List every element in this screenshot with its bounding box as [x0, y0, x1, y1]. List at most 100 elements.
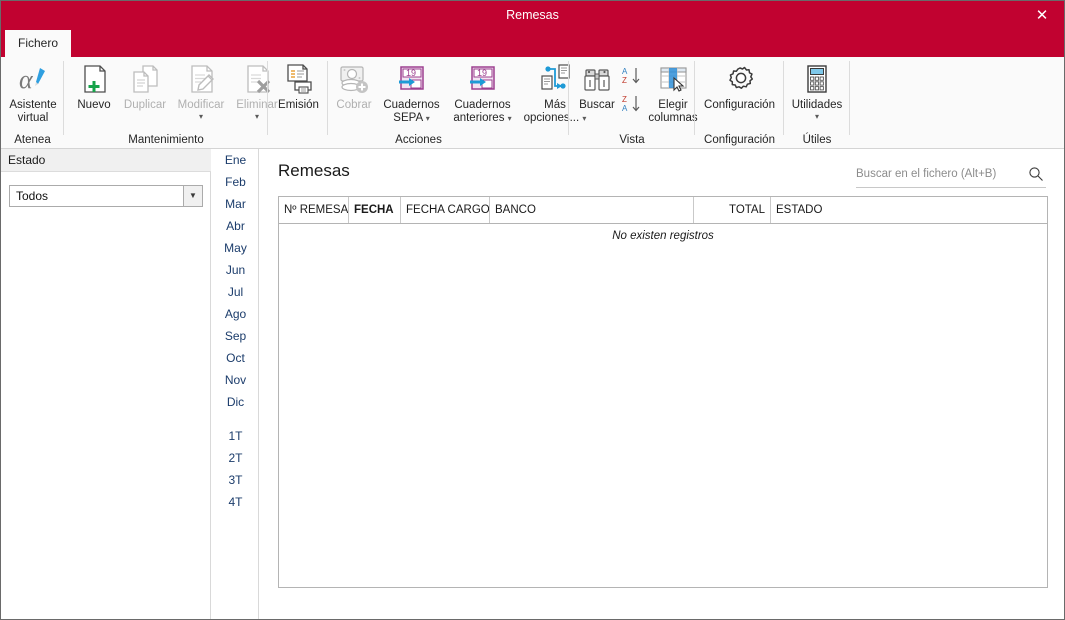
- search-placeholder: Buscar en el fichero (Alt+B): [856, 168, 997, 180]
- chevron-down-icon[interactable]: ▾: [508, 114, 512, 123]
- ribbon-subgroup-separator: [327, 61, 328, 135]
- coins-plus-icon: [330, 61, 378, 97]
- window-title: Remesas: [506, 8, 559, 22]
- ribbon-button-sort-descending[interactable]: Z A: [621, 93, 643, 116]
- title-bar: Remesas ✕: [1, 1, 1064, 30]
- page-title: Remesas: [278, 161, 350, 180]
- tab-fichero[interactable]: Fichero: [5, 30, 71, 57]
- ribbon-group-mantenimiento: Nuevo Duplicar Modificar ▾ Eliminar ▾ Ma…: [64, 57, 278, 149]
- ribbon-group-configuracion: Configuración Configuración: [695, 57, 784, 149]
- period-item-jul[interactable]: Jul: [212, 281, 259, 303]
- filter-panel-header: Estado: [1, 149, 211, 172]
- calendar-export-icon: 19: [445, 61, 520, 97]
- ribbon-button-configuracion[interactable]: Configuración: [697, 60, 782, 112]
- binoculars-icon: [573, 61, 621, 97]
- ribbon-label-duplicar: Duplicar: [123, 99, 167, 111]
- ribbon-group-label-acciones: Acciones: [395, 134, 442, 146]
- table-columns-icon: [645, 61, 701, 97]
- application-window: Remesas ✕ Fichero α Asistente virtual At…: [0, 0, 1065, 620]
- search-icon[interactable]: [1028, 166, 1044, 182]
- chevron-down-icon[interactable]: ▾: [172, 112, 230, 121]
- period-item-2t[interactable]: 2T: [212, 447, 259, 469]
- grid-header-banco[interactable]: BANCO: [490, 197, 694, 223]
- svg-text:Z: Z: [622, 95, 627, 104]
- period-item-mar[interactable]: Mar: [212, 193, 259, 215]
- ribbon-button-nuevo[interactable]: Nuevo: [70, 60, 118, 112]
- ribbon-group-vista: Buscar A Z Z A Elegir columnas Vista: [569, 57, 698, 149]
- chevron-down-icon[interactable]: ▾: [786, 112, 848, 121]
- grid-header-row: Nº REMESA FECHA FECHA CARGO BANCO TOTAL …: [279, 197, 1047, 224]
- grid-header-total[interactable]: TOTAL: [694, 197, 771, 223]
- document-plus-icon: [70, 61, 118, 97]
- calendar-export-icon: 19: [378, 61, 445, 97]
- document-copy-icon: [118, 61, 172, 97]
- remesas-grid: Nº REMESA FECHA FECHA CARGO BANCO TOTAL …: [278, 196, 1048, 588]
- ribbon-label-cobrar: Cobrar: [336, 99, 372, 111]
- sort-descending-icon: Z A: [621, 94, 643, 114]
- grid-header-num-remesa[interactable]: Nº REMESA: [279, 197, 349, 223]
- document-print-icon: [272, 61, 325, 97]
- svg-text:Z: Z: [622, 76, 627, 85]
- period-item-abr[interactable]: Abr: [212, 215, 259, 237]
- ribbon-button-cuadernos-sepa[interactable]: 19 Cuadernos SEPA ▾: [378, 60, 445, 125]
- period-filter-strip: Ene Feb Mar Abr May Jun Jul Ago Sep Oct …: [212, 149, 259, 619]
- ribbon-label-emision: Emisión: [278, 99, 319, 111]
- period-item-1t[interactable]: 1T: [212, 425, 259, 447]
- grid-empty-message: No existen registros: [612, 230, 714, 242]
- period-item-ene[interactable]: Ene: [212, 149, 259, 171]
- period-item-ago[interactable]: Ago: [212, 303, 259, 325]
- ribbon-button-sort-ascending[interactable]: A Z: [621, 65, 643, 88]
- period-item-nov[interactable]: Nov: [212, 369, 259, 391]
- search-input[interactable]: Buscar en el fichero (Alt+B): [856, 164, 1046, 188]
- period-item-oct[interactable]: Oct: [212, 347, 259, 369]
- document-pencil-icon: [172, 61, 230, 97]
- estado-select[interactable]: Todos ▼: [9, 185, 203, 207]
- period-item-3t[interactable]: 3T: [212, 469, 259, 491]
- ribbon-label-modificar: Modificar: [177, 99, 225, 111]
- period-item-dic[interactable]: Dic: [212, 391, 259, 413]
- svg-text:A: A: [622, 104, 628, 113]
- ribbon-group-label-configuracion: Configuración: [704, 134, 775, 146]
- ribbon-button-asistente-virtual[interactable]: α Asistente virtual: [4, 60, 62, 125]
- ribbon-label-cuadernos-anteriores: Cuadernos anteriores ▾: [445, 99, 520, 125]
- grid-header-fecha[interactable]: FECHA: [349, 197, 401, 223]
- ribbon-button-cuadernos-anteriores[interactable]: 19 Cuadernos anteriores ▾: [445, 60, 520, 125]
- ribbon-group-label-vista: Vista: [619, 134, 645, 146]
- ribbon-label-cuadernos-sepa: Cuadernos SEPA ▾: [378, 99, 445, 125]
- period-item-sep[interactable]: Sep: [212, 325, 259, 347]
- ribbon-button-utilidades[interactable]: Utilidades ▾: [786, 60, 848, 121]
- estado-select-value: Todos: [16, 189, 49, 203]
- period-item-4t[interactable]: 4T: [212, 491, 259, 513]
- ribbon-group-label-utiles: Útiles: [802, 134, 832, 146]
- close-icon[interactable]: ✕: [1020, 1, 1064, 30]
- filter-panel: Estado Todos ▼: [1, 149, 211, 619]
- period-item-may[interactable]: May: [212, 237, 259, 259]
- period-item-jun[interactable]: Jun: [212, 259, 259, 281]
- alpha-pen-icon: α: [4, 61, 62, 97]
- svg-text:A: A: [622, 67, 628, 76]
- ribbon-button-buscar[interactable]: Buscar: [573, 60, 621, 112]
- grid-header-fecha-cargo[interactable]: FECHA CARGO: [401, 197, 490, 223]
- ribbon-group-utiles: Utilidades ▾ Útiles: [784, 57, 850, 149]
- ribbon-label-text: Cuadernos SEPA: [383, 99, 440, 124]
- chevron-down-icon[interactable]: ▼: [183, 186, 202, 206]
- chevron-down-icon[interactable]: ▾: [426, 114, 430, 123]
- ribbon-group-atenea: α Asistente virtual Atenea: [1, 57, 64, 149]
- ribbon-button-duplicar[interactable]: Duplicar: [118, 60, 172, 112]
- main-content: Remesas Buscar en el fichero (Alt+B) Nº …: [260, 149, 1064, 619]
- ribbon-group-label-atenea: Atenea: [14, 134, 51, 146]
- svg-text:19: 19: [477, 68, 487, 78]
- period-item-feb[interactable]: Feb: [212, 171, 259, 193]
- ribbon-button-modificar[interactable]: Modificar ▾: [172, 60, 230, 121]
- svg-text:α: α: [19, 65, 34, 94]
- gear-icon: [697, 61, 782, 97]
- ribbon-group-acciones: Emisión Cobrar 19 Cuadernos SEPA ▾ 19 Cu…: [268, 57, 586, 149]
- grid-header-estado[interactable]: ESTADO: [771, 197, 1047, 223]
- ribbon-group-separator: [849, 61, 850, 135]
- ribbon: α Asistente virtual Atenea Nuevo Duplica…: [1, 57, 1064, 149]
- ribbon-tabstrip: Fichero: [1, 30, 1064, 57]
- ribbon-button-emision[interactable]: Emisión: [272, 60, 325, 112]
- ribbon-label-buscar: Buscar: [579, 99, 615, 111]
- ribbon-button-cobrar[interactable]: Cobrar: [330, 60, 378, 112]
- ribbon-button-elegir-columnas[interactable]: Elegir columnas: [645, 60, 701, 125]
